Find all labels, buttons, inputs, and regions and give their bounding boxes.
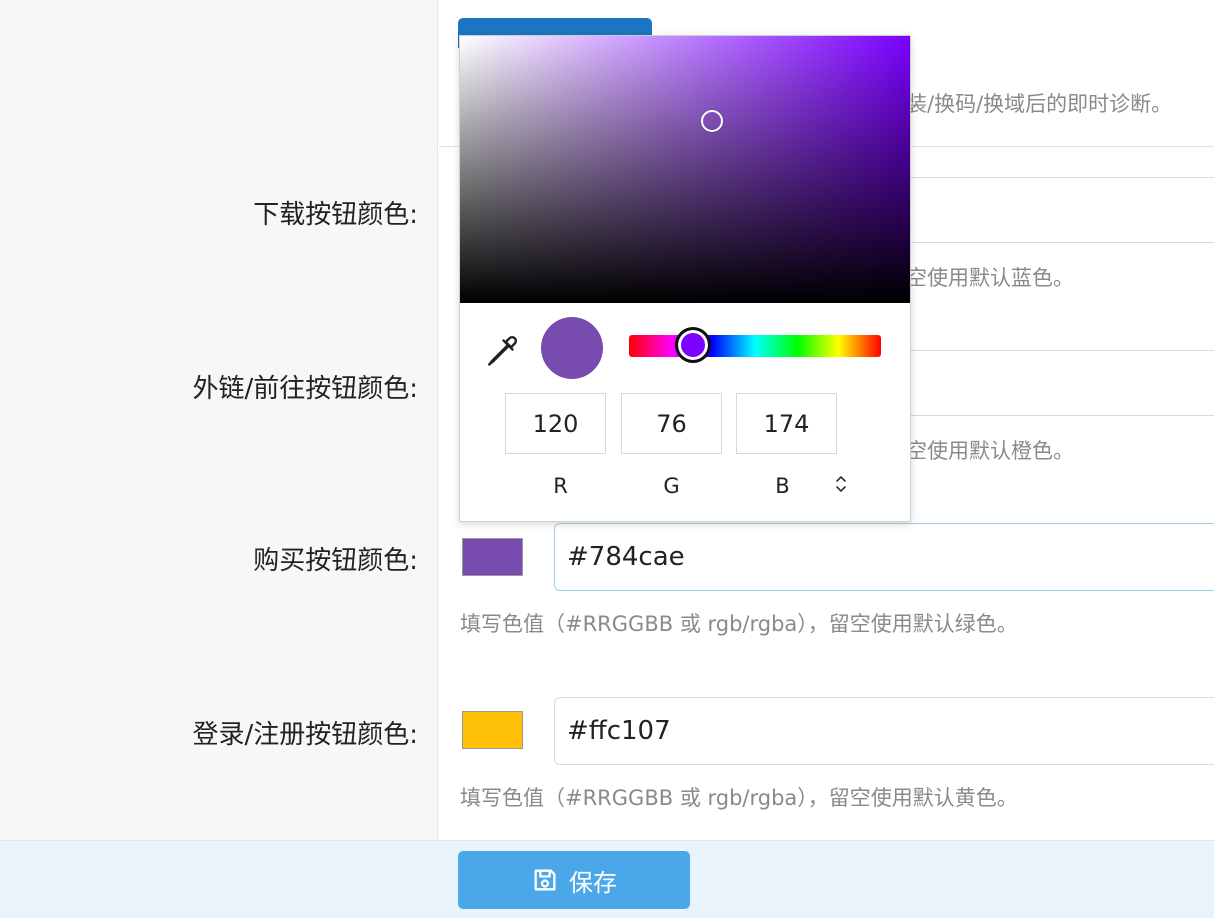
purchase-color-swatch[interactable] — [462, 538, 523, 576]
mode-toggle-icon[interactable] — [834, 474, 848, 494]
red-label: R — [553, 474, 568, 498]
green-label: G — [663, 474, 680, 498]
top-help-text: 装/换码/换域后的即时诊断。 — [906, 92, 1173, 116]
save-icon — [534, 869, 556, 891]
purchase-color-input[interactable] — [554, 523, 1214, 591]
download-button-color-label: 下载按钮颜色: — [253, 200, 418, 230]
login-register-button-color-label: 登录/注册按钮颜色: — [192, 720, 418, 750]
login-register-color-swatch[interactable] — [462, 711, 523, 749]
download-color-help: 空使用默认蓝色。 — [906, 266, 1074, 290]
color-picker-popup: R G B — [459, 35, 911, 522]
save-button[interactable]: 保存 — [458, 851, 690, 909]
color-preview — [541, 317, 603, 379]
purchase-button-color-label: 购买按钮颜色: — [253, 546, 418, 576]
purchase-color-help: 填写色值（#RRGGBB 或 rgb/rgba），留空使用默认绿色。 — [460, 612, 1018, 636]
saturation-cursor[interactable] — [701, 110, 723, 133]
saturation-brightness-area[interactable] — [460, 36, 910, 303]
login-register-color-input[interactable] — [554, 697, 1214, 765]
blue-input[interactable] — [736, 393, 837, 454]
save-button-label: 保存 — [569, 868, 617, 897]
green-input[interactable] — [621, 393, 722, 454]
external-link-color-help: 空使用默认橙色。 — [906, 439, 1074, 463]
external-link-button-color-label: 外链/前往按钮颜色: — [192, 374, 418, 404]
red-input[interactable] — [505, 393, 606, 454]
blue-label: B — [775, 474, 790, 498]
login-register-color-help: 填写色值（#RRGGBB 或 rgb/rgba），留空使用默认黄色。 — [460, 786, 1018, 810]
hue-slider[interactable] — [629, 327, 881, 363]
hue-slider-thumb[interactable] — [675, 327, 712, 363]
eyedropper-icon[interactable] — [484, 333, 520, 369]
